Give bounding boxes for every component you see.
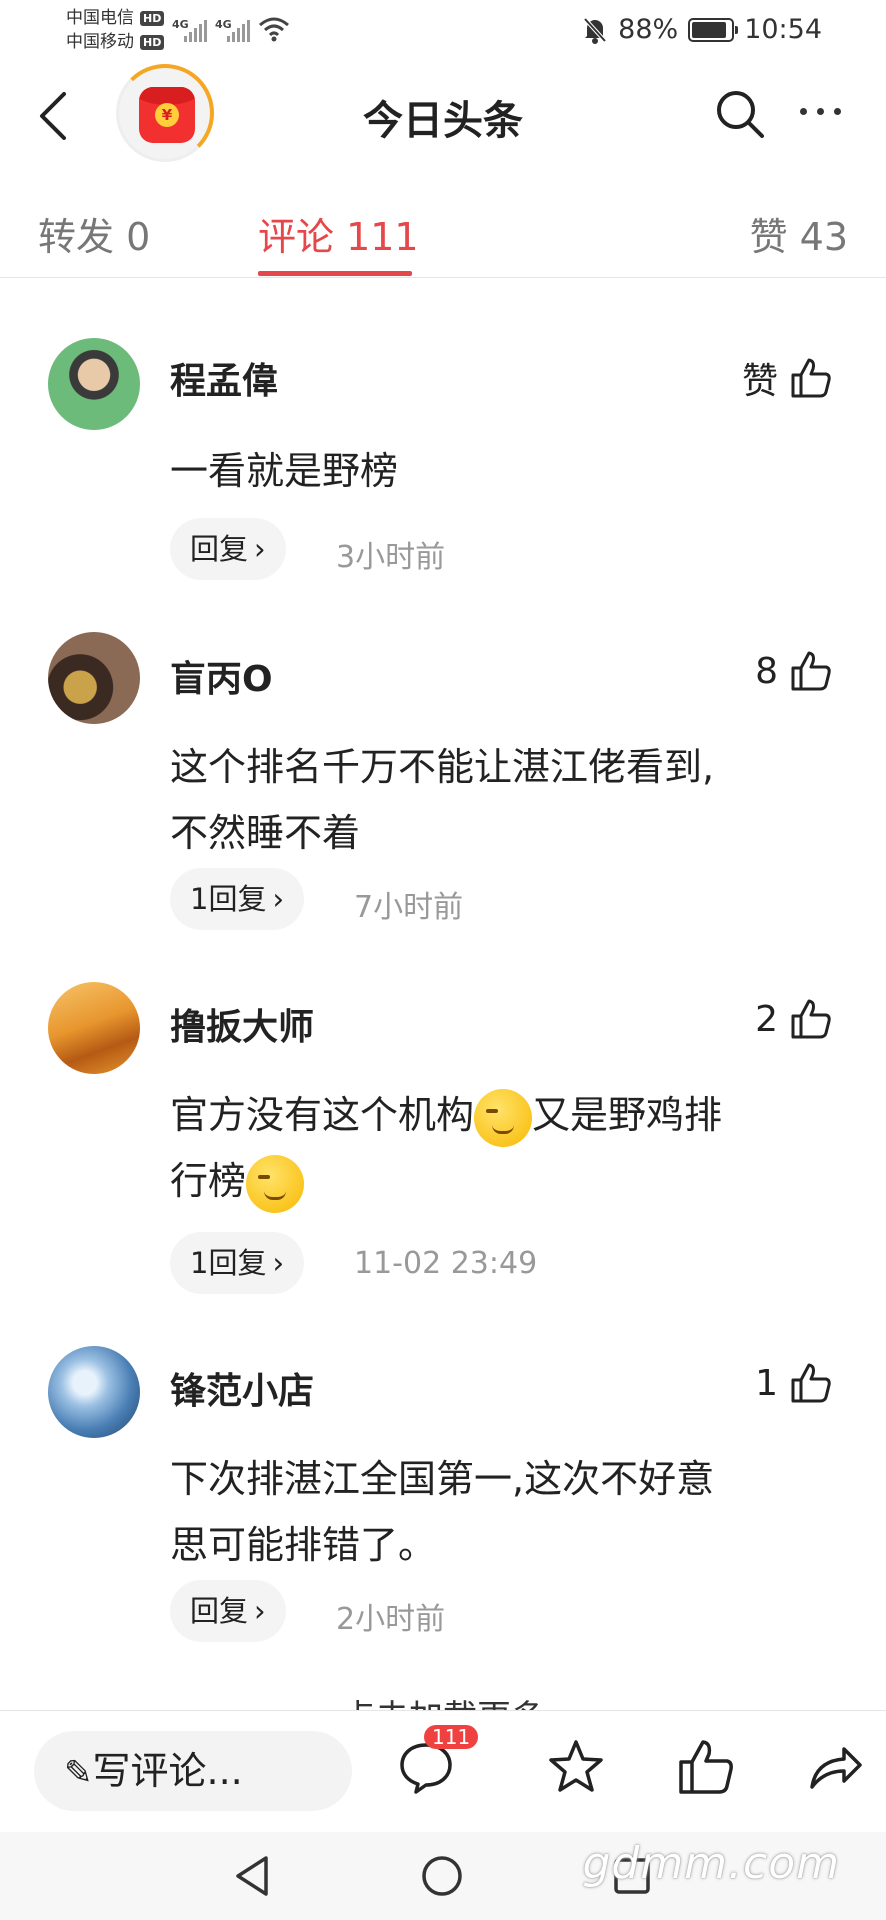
write-comment-input[interactable]: ✎写评论... bbox=[34, 1731, 352, 1811]
avatar[interactable] bbox=[48, 1346, 140, 1438]
comment-text-line: 思可能排错了。 bbox=[170, 1523, 437, 1567]
comment-text: 下次排湛江全国第一,这次不好意 思可能排错了。 bbox=[170, 1446, 850, 1578]
comment-time: 11-02 23:49 bbox=[354, 1246, 538, 1281]
tab-bar: 转发 0 评论 111 赞 43 bbox=[0, 200, 886, 278]
wifi-icon bbox=[259, 17, 289, 42]
carrier-1: 中国电信 bbox=[66, 8, 134, 28]
like-count: 2 bbox=[755, 998, 778, 1040]
reply-button[interactable]: 回复 › bbox=[170, 1580, 286, 1642]
signal-indicators: 4G 4G bbox=[172, 16, 290, 42]
comment-text: 官方没有这个机构 又是野鸡排 行榜 bbox=[170, 1082, 850, 1214]
reply-label: 回复 bbox=[190, 1594, 249, 1628]
comment-text-fragment: 官方没有这个机构 bbox=[170, 1093, 475, 1137]
reply-label: 1回复 bbox=[190, 1246, 267, 1280]
like-count: 8 bbox=[755, 650, 778, 692]
like-thumbs-up-icon[interactable] bbox=[676, 1737, 736, 1797]
nav-back-triangle-icon[interactable] bbox=[232, 1854, 272, 1898]
commenter-name[interactable]: 锋范小店 bbox=[170, 1362, 314, 1414]
hd-badge: HD bbox=[140, 10, 165, 26]
chevron-right-icon: › bbox=[272, 1246, 285, 1280]
thumbs-up-icon bbox=[791, 1363, 831, 1403]
tab-reposts[interactable]: 转发 0 bbox=[38, 206, 150, 261]
load-more-button[interactable]: 点击加载更多 bbox=[0, 1690, 886, 1710]
thumbs-up-icon bbox=[791, 358, 831, 398]
mute-bell-icon bbox=[583, 17, 607, 44]
avatar[interactable] bbox=[48, 338, 140, 430]
battery-percent: 88% bbox=[618, 14, 679, 45]
thumbs-up-icon bbox=[791, 999, 831, 1039]
comment-text-line: 不然睡不着 bbox=[170, 811, 361, 855]
favorite-star-icon[interactable] bbox=[546, 1737, 606, 1797]
more-menu-icon[interactable] bbox=[800, 108, 841, 115]
comment-time: 3小时前 bbox=[336, 540, 446, 575]
comment-time: 7小时前 bbox=[354, 890, 464, 925]
like-button[interactable]: 8 bbox=[755, 650, 832, 692]
write-comment-label: 写评论... bbox=[92, 1749, 243, 1793]
pen-icon: ✎ bbox=[64, 1753, 93, 1793]
avatar[interactable] bbox=[48, 632, 140, 724]
like-button[interactable]: 2 bbox=[755, 998, 832, 1040]
reply-button[interactable]: 回复 › bbox=[170, 518, 286, 580]
commenter-name[interactable]: 撸扳大师 bbox=[170, 998, 314, 1050]
commenter-name[interactable]: 盲丙O bbox=[170, 650, 273, 702]
chevron-right-icon: › bbox=[272, 882, 285, 916]
bottom-action-bar: ✎写评论... 111 bbox=[0, 1710, 886, 1832]
tab-comments[interactable]: 评论 111 bbox=[258, 206, 419, 261]
comment-text: 这个排名千万不能让湛江佬看到, 不然睡不着 bbox=[170, 734, 850, 866]
watermark-text: gdmm.com bbox=[582, 1838, 840, 1889]
active-tab-indicator bbox=[258, 271, 412, 276]
commenter-name[interactable]: 程孟偉 bbox=[170, 352, 278, 404]
like-button[interactable]: 赞 bbox=[742, 352, 832, 404]
reply-button[interactable]: 1回复 › bbox=[170, 1232, 305, 1294]
network-type-1: 4G bbox=[172, 18, 189, 31]
status-bar-carriers: 中国电信 HD 中国移动 HD bbox=[66, 6, 165, 54]
comment-text-line: 行榜 bbox=[170, 1148, 850, 1214]
comment-text-line: 官方没有这个机构 又是野鸡排 bbox=[170, 1082, 850, 1148]
smirk-emoji-icon bbox=[474, 1088, 533, 1147]
like-button[interactable]: 1 bbox=[755, 1362, 832, 1404]
comment-text-fragment: 又是野鸡排 bbox=[532, 1093, 723, 1137]
reply-label: 回复 bbox=[190, 532, 249, 566]
reply-label: 1回复 bbox=[190, 882, 267, 916]
comment-text-fragment: 行榜 bbox=[170, 1159, 247, 1203]
chevron-right-icon: › bbox=[254, 532, 266, 566]
like-count: 赞 bbox=[741, 361, 778, 402]
tab-likes[interactable]: 赞 43 bbox=[750, 206, 848, 261]
status-bar-right: 88% 10:54 bbox=[582, 14, 822, 45]
comment-text-line: 这个排名千万不能让湛江佬看到, bbox=[170, 745, 715, 789]
avatar[interactable] bbox=[48, 982, 140, 1074]
comment-time: 2小时前 bbox=[336, 1602, 446, 1637]
comment-text-line: 下次排湛江全国第一,这次不好意 bbox=[170, 1457, 715, 1501]
search-icon[interactable] bbox=[714, 88, 766, 140]
hd-badge: HD bbox=[140, 34, 165, 50]
chevron-right-icon: › bbox=[254, 1594, 266, 1628]
nav-home-circle-icon[interactable] bbox=[420, 1854, 464, 1898]
smirk-emoji-icon bbox=[246, 1154, 305, 1213]
comment-count-badge: 111 bbox=[424, 1725, 479, 1749]
battery-icon bbox=[688, 17, 739, 42]
like-count: 1 bbox=[755, 1362, 778, 1404]
network-type-2: 4G bbox=[215, 18, 232, 31]
clock: 10:54 bbox=[744, 14, 822, 45]
carrier-2: 中国移动 bbox=[66, 32, 134, 52]
share-arrow-icon[interactable] bbox=[804, 1737, 864, 1797]
reply-button[interactable]: 1回复 › bbox=[170, 868, 305, 930]
comment-text: 一看就是野榜 bbox=[170, 449, 399, 493]
thumbs-up-icon bbox=[791, 651, 831, 691]
